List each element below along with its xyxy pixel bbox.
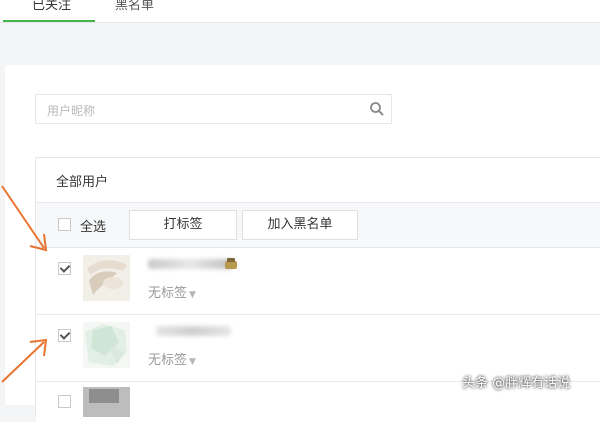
list-item: 无标签 ▼: [36, 248, 600, 315]
tab-blacklist[interactable]: 黑名单: [115, 0, 154, 13]
select-all-label[interactable]: 全选: [80, 216, 106, 235]
search-input[interactable]: 用户昵称: [35, 94, 392, 124]
add-to-blacklist-button[interactable]: 加入黑名单: [242, 210, 358, 240]
add-tag-button[interactable]: 打标签: [129, 210, 237, 240]
nickname-redacted: [148, 259, 233, 269]
list-toolbar: 全选 打标签 加入黑名单: [36, 203, 600, 248]
avatar[interactable]: [83, 387, 130, 417]
user-tag-dropdown[interactable]: 无标签 ▼: [148, 282, 196, 301]
row-checkbox[interactable]: [58, 262, 71, 275]
watermark-text: 头条 @胖辉有话说: [462, 376, 571, 391]
chevron-down-icon: ▼: [189, 357, 196, 367]
user-tag-label: 无标签: [148, 286, 188, 301]
annotation-arrow-icon: [1, 185, 48, 252]
avatar[interactable]: [83, 322, 130, 368]
tab-bar: 已关注 黑名单: [0, 0, 600, 23]
nickname-redacted: [156, 326, 231, 336]
search-icon[interactable]: [369, 101, 385, 121]
list-header: 全部用户: [36, 158, 600, 203]
user-management-panel: 用户昵称 全部用户 全选 打标签 加入黑名单 无标签 ▼ 无标签 ▼: [5, 65, 600, 422]
tab-followed[interactable]: 已关注: [32, 0, 71, 13]
list-title: 全部用户: [56, 175, 109, 190]
chevron-down-icon: ▼: [189, 290, 196, 300]
avatar[interactable]: [83, 255, 130, 301]
nickname-emoji-icon: [225, 258, 237, 269]
active-tab-indicator: [3, 20, 95, 22]
annotation-arrow-icon: [1, 338, 48, 383]
row-checkbox[interactable]: [58, 395, 71, 408]
user-tag-label: 无标签: [148, 353, 188, 368]
search-placeholder: 用户昵称: [47, 104, 96, 118]
user-tag-dropdown[interactable]: 无标签 ▼: [148, 349, 196, 368]
